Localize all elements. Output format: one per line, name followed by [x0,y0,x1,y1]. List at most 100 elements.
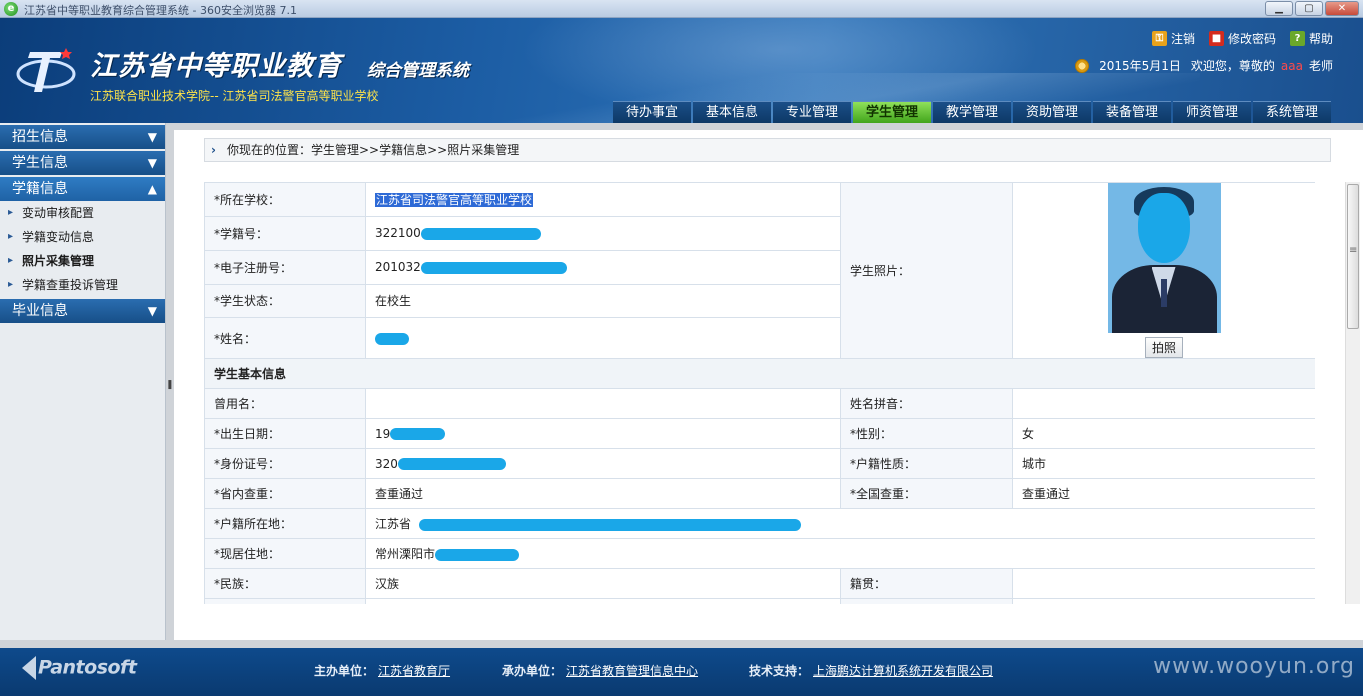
sidebar-section-roll-info[interactable]: 学籍信息 ▲ [0,177,165,201]
footer-tech-support: 技术支持： 上海鹏达计算机系统开发有限公司 [749,662,993,679]
next-row-label [204,598,366,604]
chevron-down-icon: ▼ [147,130,157,144]
table-row: 曾用名： 姓名拼音： [204,388,1315,419]
photo-cell: 拍照 [1012,182,1315,359]
tab-basic-info[interactable]: 基本信息 [693,101,771,123]
take-photo-button[interactable]: 拍照 [1144,337,1183,358]
footer-undertaker-label: 承办单位： [502,664,563,678]
sidebar-section-student-info[interactable]: 学生信息 ▼ [0,151,165,175]
footer-host-link[interactable]: 江苏省教育厅 [378,664,450,678]
ereg-text: 201032 [375,260,421,275]
table-row: *所在学校： 江苏省司法警官高等职业学校 学生照片： 拍照 [204,182,1315,359]
prov-check-label: *省内查重： [204,478,366,509]
tab-todo[interactable]: 待办事宜 [613,101,691,123]
school-line: 江苏联合职业技术学院-- 江苏省司法警官高等职业学校 [90,89,379,103]
change-password-link[interactable]: ■ 修改密码 [1208,30,1276,47]
student-record-panel: *所在学校： 江苏省司法警官高等职业学校 学生照片： 拍照 *学籍号： 3221… [204,182,1315,604]
hukou-type-label: *户籍性质： [840,448,1013,479]
logout-link[interactable]: ⚿ 注销 [1151,30,1195,47]
app-header: 江苏省中等职业教育 综合管理系统 江苏联合职业技术学院-- 江苏省司法警官高等职… [0,18,1363,123]
footer-host: 主办单位： 江苏省教育厅 [314,662,450,679]
native-place-label: 籍贯： [840,568,1013,599]
birth-text: 19 [375,426,391,441]
lock-icon: ■ [1208,31,1224,46]
school-value: 江苏省司法警官高等职业学校 [365,182,841,217]
id-label: *身份证号： [204,448,366,479]
tab-teaching[interactable]: 教学管理 [933,101,1011,123]
student-no-value: 322100 [365,215,841,251]
hukou-place-text: 江苏省 [375,517,412,531]
browser-logo-icon: e [4,2,18,16]
residence-label: *现居住地： [204,538,366,569]
tab-major[interactable]: 专业管理 [773,101,851,123]
id-value: 320 [365,448,841,479]
tab-student[interactable]: 学生管理 [853,101,931,123]
hukou-place-value: 江苏省 [365,508,1315,539]
footer-tech-link[interactable]: 上海鹏达计算机系统开发有限公司 [813,664,993,678]
breadcrumb-text: 你现在的位置：学生管理>>学籍信息>>照片采集管理 [227,143,520,157]
redaction-mask [420,261,567,274]
chevron-right-icon: › [211,143,216,157]
footer-host-label: 主办单位： [314,664,375,678]
footer-undertaker: 承办单位： 江苏省教育管理信息中心 [502,662,698,679]
sidebar-item-change-review[interactable]: 变动审核配置 [0,201,165,225]
ereg-value: 201032 [365,249,841,285]
key-icon: ⚿ [1151,31,1167,46]
content-scrollbar[interactable] [1345,182,1360,604]
close-button[interactable]: ✕ [1325,1,1359,16]
sidebar-item-roll-change[interactable]: 学籍变动信息 [0,225,165,249]
arrow-left-icon [22,656,36,680]
birth-label: *出生日期： [204,418,366,449]
former-name-value [365,388,841,419]
student-no-text: 322100 [375,226,421,241]
help-label: 帮助 [1308,32,1333,46]
hukou-type-value: 城市 [1012,448,1315,479]
tab-system[interactable]: 系统管理 [1253,101,1331,123]
footer-undertaker-link[interactable]: 江苏省教育管理信息中心 [566,664,698,678]
greeting-label: 欢迎您，尊敬的 [1190,59,1275,73]
sidebar-splitter-handle[interactable]: ❚ [166,380,174,392]
sidebar-item-photo-collection[interactable]: 照片采集管理 [0,249,165,273]
table-row [204,598,1315,604]
ethnic-value: 汉族 [365,568,841,599]
sidebar-section-graduation[interactable]: 毕业信息 ▼ [0,299,165,323]
former-name-label: 曾用名： [204,388,366,419]
sidebar: 招生信息 ▼ 学生信息 ▼ 学籍信息 ▲ 变动审核配置 学籍变动信息 照片采集管… [0,123,166,640]
table-row: *身份证号： 320 *户籍性质： 城市 [204,448,1315,479]
redaction-mask [397,458,506,470]
maximize-button[interactable]: ▢ [1295,1,1323,16]
section-basic-info: 学生基本信息 [204,358,1315,389]
birth-value: 19 [365,418,841,449]
minimize-button[interactable]: ▁ [1265,1,1293,16]
tab-aid[interactable]: 资助管理 [1013,101,1091,123]
pinyin-label: 姓名拼音： [840,388,1013,419]
tab-equipment[interactable]: 装备管理 [1093,101,1171,123]
user-role: 老师 [1308,59,1333,73]
status-value: 在校生 [365,283,841,319]
hukou-place-label: *户籍所在地： [204,508,366,539]
next-row-label-2 [840,598,1013,604]
scrollbar-thumb[interactable] [1347,184,1359,329]
name-label: *姓名： [204,317,366,359]
footer-tech-label: 技术支持： [749,664,810,678]
system-logo-icon [16,48,76,92]
sidebar-section-enrollment[interactable]: 招生信息 ▼ [0,125,165,149]
sidebar-section-label: 学生信息 [12,155,68,171]
nat-check-value: 查重通过 [1012,478,1315,509]
change-password-label: 修改密码 [1227,32,1276,46]
username: aaa [1280,59,1303,73]
help-link[interactable]: ? 帮助 [1289,30,1333,47]
redaction-mask [420,227,541,240]
sidebar-section-label: 招生信息 [12,129,68,145]
tab-faculty[interactable]: 师资管理 [1173,101,1251,123]
main-content: › 你现在的位置：学生管理>>学籍信息>>照片采集管理 *所在学校： 江苏省司法… [174,130,1363,640]
main-nav: 待办事宜 基本信息 专业管理 学生管理 教学管理 资助管理 装备管理 师资管理 … [613,101,1331,123]
student-photo [1107,183,1221,333]
app-footer: Pantosoft 主办单位： 江苏省教育厅 承办单位： 江苏省教育管理信息中心 技… [0,648,1363,696]
redaction-mask [375,332,409,345]
system-subtitle: 综合管理系统 [367,61,469,81]
gender-value: 女 [1012,418,1315,449]
table-row: *出生日期： 19 *性别： 女 [204,418,1315,449]
sidebar-item-duplicate-complaint[interactable]: 学籍查重投诉管理 [0,273,165,297]
photo-face-mask [1137,193,1190,263]
